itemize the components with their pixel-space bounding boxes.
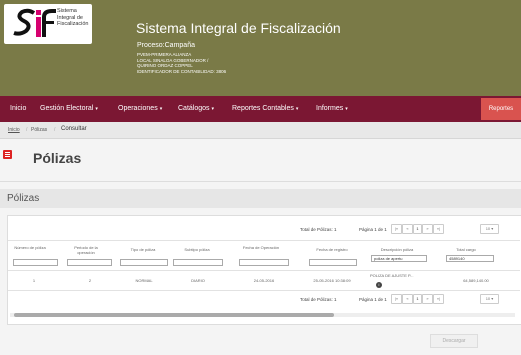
page-size-select[interactable]: 10 ▾ xyxy=(480,224,499,234)
chevron-down-icon: ▾ xyxy=(295,106,299,112)
cell-total-cargo: 64,589,140.00 xyxy=(463,278,489,283)
breadcrumb: Inicio / Pólizas / Consultar xyxy=(0,122,521,139)
info-icon[interactable]: i xyxy=(376,282,382,288)
total-polizas-bottom: Total de Pólizas: 1 xyxy=(300,297,337,302)
app-header: Sistema Integral de Fiscalización Sistem… xyxy=(0,0,521,96)
chevron-down-icon: ▾ xyxy=(95,106,98,112)
nav-label: Gestión Electoral xyxy=(40,105,94,112)
nav-label: Inicio xyxy=(10,105,27,112)
page-info: Página 1 de 1 xyxy=(359,227,387,232)
col-header-total-cargo[interactable]: Total cargo xyxy=(446,247,486,252)
system-title: Sistema Integral de Fiscalización xyxy=(136,20,341,36)
col-header-numero[interactable]: Número de póliza xyxy=(10,245,50,250)
filter-subtipo[interactable] xyxy=(173,259,223,266)
descargar-button[interactable]: Descargar xyxy=(430,334,478,348)
filter-fecha-operacion[interactable] xyxy=(239,259,289,266)
table-header-top-border xyxy=(8,240,520,241)
filter-numero[interactable] xyxy=(13,259,58,266)
breadcrumb-separator: / xyxy=(26,127,28,133)
chevron-down-icon: ▾ xyxy=(159,106,163,112)
col-header-fecha-registro[interactable]: Fecha de registro xyxy=(302,247,362,252)
process-label: Proceso:Campaña xyxy=(137,42,195,49)
nav-gestion-electoral[interactable]: Gestión Electoral ▾ xyxy=(40,105,98,112)
col-header-periodo[interactable]: Periodo de la operación xyxy=(66,245,106,255)
cell-fecha-operacion: 24-05-2016 xyxy=(253,278,275,283)
nav-reportes-contables[interactable]: Reportes Contables ▾ xyxy=(232,105,298,112)
next-page-button[interactable]: » xyxy=(422,224,433,234)
breadcrumb-separator: / xyxy=(54,127,56,133)
row-divider xyxy=(8,290,520,291)
filter-tipo[interactable] xyxy=(120,259,168,266)
first-page-button[interactable]: |« xyxy=(391,294,402,304)
nav-label: Catálogos xyxy=(178,105,210,112)
page-number[interactable]: 1 xyxy=(413,224,422,234)
prev-page-button[interactable]: « xyxy=(402,294,413,304)
logo-text: Sistema Integral de Fiscalización xyxy=(57,8,93,28)
nav-label: Informes xyxy=(316,105,344,112)
cell-numero: 1 xyxy=(32,278,36,283)
prev-page-button[interactable]: « xyxy=(402,224,413,234)
main-navbar: Inicio Gestión Electoral ▾ Operaciones ▾ C… xyxy=(0,96,521,122)
divider xyxy=(0,181,521,182)
cell-tipo: NORMAL xyxy=(135,278,153,283)
ine-logo-icon xyxy=(10,7,60,41)
cell-fecha-registro: 25-05-2016 10:38:09 xyxy=(313,278,351,283)
filter-total-cargo[interactable] xyxy=(446,255,494,262)
page-size-select[interactable]: 10 ▾ xyxy=(480,294,499,304)
nav-label: Operaciones xyxy=(118,105,158,112)
nav-label: Reportes Contables xyxy=(232,105,294,112)
page-title: Pólizas xyxy=(33,150,82,166)
reportes-button[interactable]: Reportes xyxy=(481,98,521,120)
logo[interactable]: Sistema Integral de Fiscalización xyxy=(4,4,92,44)
logo-line-3: Fiscalización xyxy=(57,21,89,27)
nav-operaciones[interactable]: Operaciones ▾ xyxy=(118,105,162,112)
nav-informes[interactable]: Informes ▾ xyxy=(316,105,348,112)
breadcrumb-polizas[interactable]: Pólizas xyxy=(31,127,47,133)
col-header-subtipo[interactable]: Subtipo póliza xyxy=(172,247,222,252)
nav-catalogos[interactable]: Catálogos ▾ xyxy=(178,105,214,112)
breadcrumb-inicio[interactable]: Inicio xyxy=(8,127,20,133)
filter-descripcion[interactable] xyxy=(371,255,427,262)
section-header xyxy=(0,189,521,208)
col-header-tipo[interactable]: Tipo de póliza xyxy=(118,247,168,252)
col-header-fecha-operacion[interactable]: Fecha de Operación xyxy=(236,245,286,250)
nav-inicio[interactable]: Inicio xyxy=(10,105,26,112)
page-number[interactable]: 1 xyxy=(413,294,422,304)
hamburger-menu-icon[interactable] xyxy=(3,150,12,159)
row-divider xyxy=(8,270,520,271)
chevron-down-icon: ▾ xyxy=(211,106,215,112)
section-title: Pólizas xyxy=(7,193,40,204)
next-page-button[interactable]: » xyxy=(422,294,433,304)
entity-details: PVEM-PRIMERA ALIANZA LOCAL SINALOA GOBER… xyxy=(137,52,226,74)
page-info-bottom: Página 1 de 1 xyxy=(359,297,387,302)
filter-periodo[interactable] xyxy=(67,259,112,266)
cell-periodo: 2 xyxy=(88,278,92,283)
last-page-button[interactable]: »| xyxy=(433,294,444,304)
first-page-button[interactable]: |« xyxy=(391,224,402,234)
col-header-descripcion[interactable]: Descripción póliza xyxy=(371,247,423,252)
scrollbar-thumb[interactable] xyxy=(14,313,334,317)
breadcrumb-current: Consultar xyxy=(61,126,87,132)
chevron-down-icon: ▾ xyxy=(345,106,348,112)
cell-subtipo: DIARIO xyxy=(191,278,205,283)
cell-descripcion: POLIZA DE AJUSTE P... xyxy=(370,273,414,278)
total-polizas: Total de Pólizas: 1 xyxy=(300,227,337,232)
last-page-button[interactable]: »| xyxy=(433,224,444,234)
detail-line: IDENTIFICADOR DE CONTABILIDAD: 3806 xyxy=(137,68,227,74)
filter-fecha-registro[interactable] xyxy=(309,259,357,266)
